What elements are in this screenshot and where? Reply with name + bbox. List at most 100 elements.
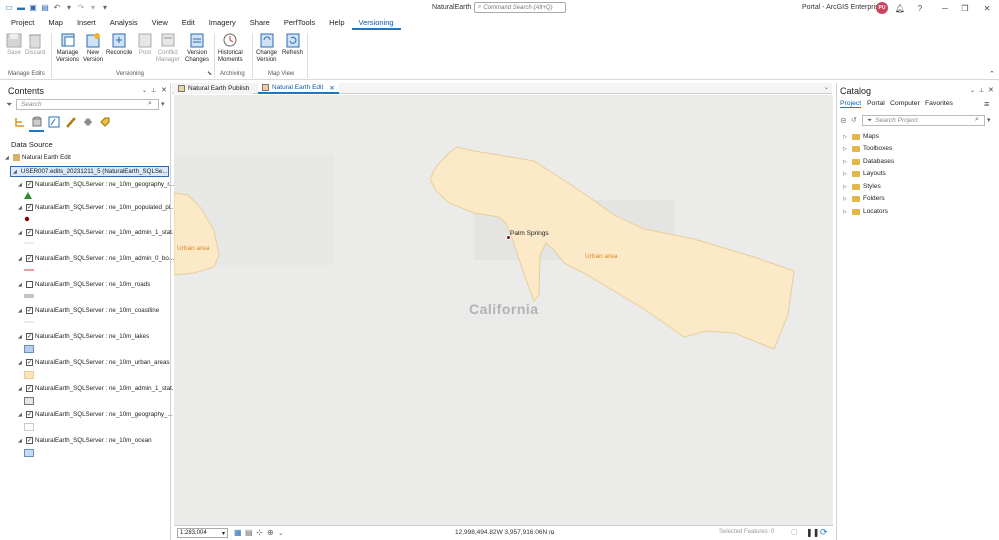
save-project-icon[interactable]: ▣ xyxy=(28,2,38,12)
expand-triangle-icon[interactable]: ▷ xyxy=(843,171,849,177)
portal-label[interactable]: Portal - ArcGIS Enterprise xyxy=(802,4,883,11)
layer-visibility-checkbox[interactable]: ✓ xyxy=(26,307,33,314)
layer-item[interactable]: ◢ ✓ NaturalEarth_SQLServer : ne_10m_lakes xyxy=(18,333,149,340)
catalog-search-input[interactable]: ⏷ Search Project xyxy=(862,115,985,126)
collapse-triangle-icon[interactable]: ◢ xyxy=(18,386,24,392)
layer-visibility-checkbox[interactable]: ✓ xyxy=(26,385,33,392)
close-tab-icon[interactable]: ✕ xyxy=(329,84,334,92)
tab-edit[interactable]: Edit xyxy=(175,16,202,30)
refresh-button[interactable]: Refresh xyxy=(282,32,303,57)
tab-map[interactable]: Map xyxy=(41,16,70,30)
rotation-icon[interactable]: ⊕ xyxy=(267,528,274,537)
layer-visibility-checkbox[interactable]: ✓ xyxy=(26,181,33,188)
close-window-icon[interactable]: ✕ xyxy=(980,2,994,14)
collapse-ribbon-icon[interactable]: ⌃ xyxy=(989,70,995,78)
notification-bell-icon[interactable]: 🔔︎ xyxy=(893,2,907,14)
layer-item[interactable]: ◢ ✓ NaturalEarth_SQLServer : ne_10m_coastl… xyxy=(18,307,159,314)
undo-dropdown-icon[interactable]: ▾ xyxy=(64,2,74,12)
catalog-item-databases[interactable]: ▷ Databases xyxy=(843,158,894,165)
layer-visibility-checkbox[interactable]: ✓ xyxy=(26,411,33,418)
extent-icon[interactable]: ⊹ xyxy=(256,528,263,537)
expand-triangle-icon[interactable]: ▷ xyxy=(843,159,849,165)
refresh-map-icon[interactable]: ⟳ xyxy=(820,527,828,538)
versioning-launcher-icon[interactable]: ⬊ xyxy=(207,70,212,77)
layer-item[interactable]: ◢ ✓ NaturalEarth_SQLServer : ne_10m_geogra… xyxy=(18,411,173,418)
conflict-manager-button[interactable]: Conflict Manager xyxy=(156,32,180,63)
manage-versions-button[interactable]: Manage Versions xyxy=(56,32,79,63)
version-changes-button[interactable]: Version Changes xyxy=(185,32,209,63)
tab-versioning[interactable]: Versioning xyxy=(351,16,401,30)
pin-icon[interactable]: ⊥ xyxy=(151,87,156,94)
search-options-icon[interactable]: ▾ xyxy=(987,116,991,124)
collapse-triangle-icon[interactable]: ◢ xyxy=(18,205,24,211)
tab-help[interactable]: Help xyxy=(322,16,351,30)
layer-visibility-checkbox[interactable]: ✓ xyxy=(26,359,33,366)
layer-item[interactable]: ◢ ✓ NaturalEarth_SQLServer : ne_10m_geogra… xyxy=(18,181,174,188)
layer-item[interactable]: ◢ ✓ NaturalEarth_SQLServer : ne_10m_ocean xyxy=(18,437,152,444)
map-node[interactable]: ◢ Natural Earth Edit xyxy=(5,154,71,161)
layer-item[interactable]: ◢ NaturalEarth_SQLServer : ne_10m_roads xyxy=(18,281,150,288)
catalog-item-toolboxes[interactable]: ▷ Toolboxes xyxy=(843,145,892,152)
pause-drawing-icon[interactable]: ❚❚ xyxy=(806,528,819,537)
catalog-tab-portal[interactable]: Portal xyxy=(867,100,885,107)
collapse-triangle-icon[interactable]: ◢ xyxy=(18,412,24,418)
contents-search-input[interactable]: Search xyxy=(16,99,159,110)
catalog-tab-project[interactable]: Project xyxy=(840,100,862,108)
save-as-icon[interactable]: ▤ xyxy=(40,2,50,12)
layer-visibility-checkbox[interactable]: ✓ xyxy=(26,229,33,236)
layer-visibility-checkbox[interactable] xyxy=(26,281,33,288)
pane-options-icon[interactable]: ⌄ xyxy=(142,87,147,94)
expand-triangle-icon[interactable]: ▷ xyxy=(843,134,849,140)
catalog-item-styles[interactable]: ▷ Styles xyxy=(843,183,881,190)
layer-item[interactable]: ◢ ✓ NaturalEarth_SQLServer : ne_10m_urban_… xyxy=(18,359,170,366)
discard-button[interactable]: Discard xyxy=(25,32,45,57)
collapse-triangle-icon[interactable]: ◢ xyxy=(18,230,24,236)
clear-selection-icon[interactable]: ▢ xyxy=(791,528,798,536)
tab-perftools[interactable]: PerfTools xyxy=(277,16,322,30)
pane-options-icon[interactable]: ⌄ xyxy=(970,87,975,94)
list-by-selection-icon[interactable] xyxy=(48,116,60,128)
tab-insert[interactable]: Insert xyxy=(70,16,103,30)
layer-item[interactable]: ◢ ✓ NaturalEarth_SQLServer : ne_10m_popula… xyxy=(18,204,175,211)
layer-visibility-checkbox[interactable]: ✓ xyxy=(26,333,33,340)
reconcile-button[interactable]: Reconcile xyxy=(106,32,132,57)
historical-moments-button[interactable]: Historical Moments xyxy=(218,32,243,63)
catalog-item-maps[interactable]: ▷ Maps xyxy=(843,133,879,140)
tab-project[interactable]: Project xyxy=(4,16,41,30)
list-by-editing-icon[interactable] xyxy=(65,116,77,128)
scale-dropdown[interactable]: 1:283,004 ▾ xyxy=(177,528,228,538)
user-avatar[interactable]: PU xyxy=(876,2,888,14)
collapse-triangle-icon[interactable]: ◢ xyxy=(18,256,24,262)
catalog-item-folders[interactable]: ▷ Folders xyxy=(843,195,885,202)
layer-item[interactable]: ◢ ✓ NaturalEarth_SQLServer : ne_10m_admin_… xyxy=(18,229,177,236)
close-pane-icon[interactable]: ✕ xyxy=(161,86,167,94)
collapse-triangle-icon[interactable]: ◢ xyxy=(13,169,17,175)
expand-triangle-icon[interactable]: ▷ xyxy=(843,184,849,190)
search-icon[interactable]: ⌕ xyxy=(148,100,152,108)
collapse-triangle-icon[interactable]: ◢ xyxy=(18,282,24,288)
new-version-button[interactable]: New Version xyxy=(83,32,103,63)
tab-share[interactable]: Share xyxy=(243,16,277,30)
collapse-triangle-icon[interactable]: ◢ xyxy=(18,360,24,366)
collapse-triangle-icon[interactable]: ◢ xyxy=(18,308,24,314)
tab-natural-earth-publish[interactable]: Natural Earth Publish xyxy=(174,83,254,94)
layer-visibility-checkbox[interactable]: ✓ xyxy=(26,204,33,211)
history-icon[interactable]: ↺ xyxy=(851,116,857,124)
catalog-item-locators[interactable]: ▷ Locators xyxy=(843,208,888,215)
tab-imagery[interactable]: Imagery xyxy=(202,16,243,30)
list-by-drawing-order-icon[interactable] xyxy=(14,116,26,128)
redo-dropdown-icon[interactable]: ▾ xyxy=(88,2,98,12)
list-by-snapping-icon[interactable] xyxy=(82,116,94,128)
command-search-input[interactable]: ⌕ Command Search (Alt+Q) xyxy=(474,2,566,13)
list-by-labeling-icon[interactable] xyxy=(99,116,111,128)
tab-natural-earth-edit[interactable]: Natural Earth Edit ✕ xyxy=(258,83,339,94)
grid-icon[interactable]: ▤ xyxy=(245,528,253,537)
back-icon[interactable]: ⊝ xyxy=(840,116,847,125)
layer-visibility-checkbox[interactable]: ✓ xyxy=(26,255,33,262)
open-project-icon[interactable]: ▬ xyxy=(16,2,26,12)
list-by-data-source-icon[interactable] xyxy=(31,116,43,128)
expand-triangle-icon[interactable]: ▷ xyxy=(843,209,849,215)
undo-icon[interactable]: ↶ xyxy=(52,2,62,12)
catalog-tab-favorites[interactable]: Favorites xyxy=(925,100,953,107)
connection-node[interactable]: ◢ USER007.edits_20231211_5 (NaturalEarth… xyxy=(10,166,169,177)
